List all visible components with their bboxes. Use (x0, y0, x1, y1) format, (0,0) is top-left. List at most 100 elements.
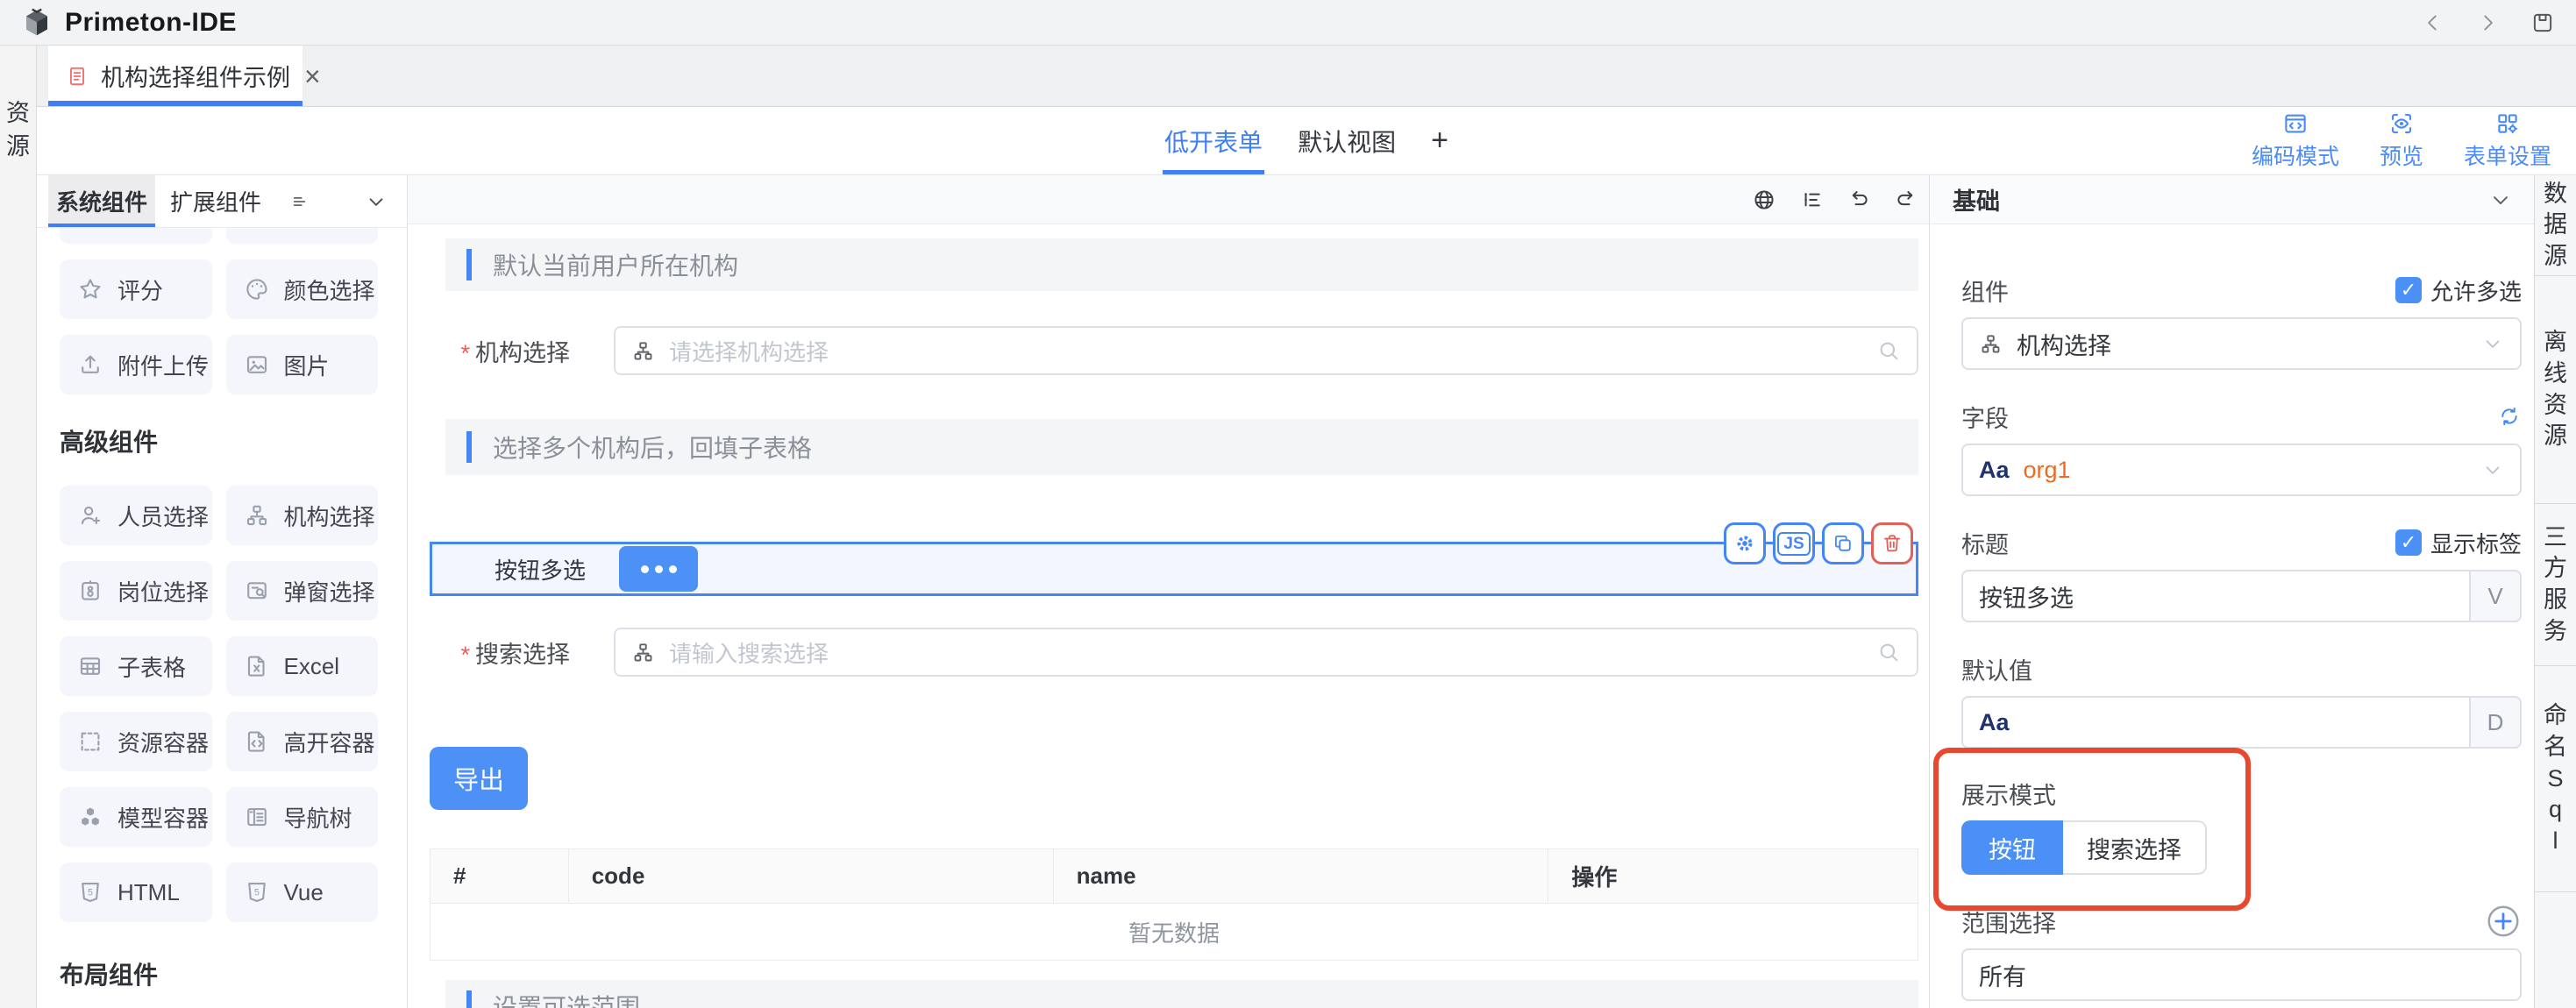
component-item[interactable]: 评分 (60, 259, 212, 319)
component-item[interactable]: 高开容器 (226, 712, 379, 771)
component-item-label: 附件上传 (117, 349, 209, 381)
input-placeholder: 请输入搜索选择 (669, 636, 829, 669)
group-title: 设置可选范围 (493, 989, 640, 1008)
right-rail: 数据源离线资源三方服务命名Sql (2534, 175, 2576, 1008)
component-item[interactable]: 弹窗选择 (226, 561, 379, 621)
components-tab[interactable]: 系统组件 (48, 175, 155, 227)
prop-label: 范围选择 (1961, 905, 2056, 939)
chevron-down-icon[interactable] (365, 190, 388, 213)
nav-forward-icon[interactable] (2476, 11, 2499, 34)
component-item[interactable]: 附件上传 (60, 335, 212, 394)
top-bar: Primeton-IDE (0, 0, 2576, 46)
component-item-clipped[interactable] (60, 228, 212, 244)
checkbox-checked-icon[interactable]: ✓ (2395, 529, 2422, 556)
selected-component-button-multi[interactable]: 按钮多选 JS (430, 542, 1918, 596)
right-rail-tab[interactable]: 离线资源 (2535, 276, 2576, 504)
close-tab-icon[interactable]: × (304, 62, 321, 90)
properties-panel: 基础 组件 ✓ 允许多选 机构选择 (1929, 175, 2534, 1008)
allow-multi-checkbox[interactable]: ✓ 允许多选 (2395, 274, 2522, 307)
default-value-input[interactable]: Aa D (1961, 696, 2522, 749)
title-input[interactable]: 按钮多选 V (1961, 570, 2522, 622)
table-header: #codename操作 (431, 849, 1918, 904)
component-item[interactable]: 子表格 (60, 636, 212, 696)
right-rail-tab[interactable]: 数据源 (2535, 175, 2576, 276)
component-item-clipped[interactable] (226, 228, 379, 244)
component-item[interactable]: 模型容器 (60, 787, 212, 847)
field-select[interactable]: Aa org1 (1961, 444, 2522, 496)
component-type-select[interactable]: 机构选择 (1961, 317, 2522, 370)
properties-header-title: 基础 (1953, 182, 2000, 217)
settings-button[interactable] (1724, 522, 1766, 564)
component-item[interactable]: 资源容器 (60, 712, 212, 771)
component-item[interactable]: 导航树 (226, 787, 379, 847)
right-rail-tab[interactable]: 三方服务 (2535, 504, 2576, 666)
component-item-label: 模型容器 (117, 801, 209, 834)
display-mode-option[interactable]: 按钮 (1961, 820, 2063, 875)
add-view-button[interactable]: + (1431, 107, 1448, 174)
prop-label: 默认值 (1961, 652, 2032, 686)
right-rail-tab[interactable]: 命名Sql (2535, 666, 2576, 892)
top-action[interactable]: 编码模式 (2252, 110, 2339, 171)
component-item[interactable]: 颜色选择 (226, 259, 379, 319)
export-button[interactable]: 导出 (430, 747, 528, 810)
component-item[interactable]: 图片 (226, 335, 379, 394)
search-select-input[interactable]: 请输入搜索选择 (614, 628, 1918, 677)
top-action[interactable]: 预览 (2380, 110, 2423, 171)
save-icon[interactable] (2530, 11, 2555, 35)
document-tab[interactable]: 机构选择组件示例 × (48, 46, 302, 106)
components-tab[interactable]: 扩展组件 (162, 175, 269, 227)
canvas-toolbar (408, 175, 1929, 224)
copy-button[interactable] (1822, 522, 1864, 564)
view-tab[interactable]: 低开表单 (1164, 107, 1263, 174)
chevron-down-icon[interactable] (2488, 188, 2513, 212)
display-mode-option[interactable]: 搜索选择 (2063, 820, 2207, 875)
field-row-org-select: *机构选择 请选择机构选择 (430, 326, 1918, 375)
show-label-checkbox[interactable]: ✓ 显示标签 (2395, 527, 2522, 559)
left-rail-tab-resources[interactable]: 资源 (6, 97, 30, 164)
js-script-button[interactable]: JS (1773, 522, 1815, 564)
top-action[interactable]: 表单设置 (2464, 110, 2551, 171)
component-item[interactable]: 5HTML (60, 862, 212, 922)
component-item[interactable]: Excel (226, 636, 379, 696)
redo-icon[interactable] (1894, 188, 1918, 212)
prop-label: 字段 (1961, 400, 2009, 434)
component-item-label: 颜色选择 (284, 273, 375, 306)
outline-icon[interactable] (1799, 188, 1824, 212)
org-select-input[interactable]: 请选择机构选择 (614, 326, 1918, 375)
range-select[interactable]: 所有 (1961, 948, 2522, 1001)
search-icon[interactable] (1876, 338, 1901, 363)
document-tab-label: 机构选择组件示例 (101, 59, 290, 93)
component-item[interactable]: 人员选择 (60, 486, 212, 545)
checkbox-checked-icon[interactable]: ✓ (2395, 277, 2422, 303)
sub-table: #codename操作 暂无数据 (430, 848, 1918, 961)
default-suffix-button[interactable]: D (2469, 698, 2520, 747)
type-prefix: Aa (1963, 709, 2469, 736)
nav-back-icon[interactable] (2422, 11, 2444, 34)
table-column-header: 操作 (1548, 849, 1918, 903)
star-icon (77, 276, 103, 302)
globe-icon[interactable] (1752, 188, 1776, 212)
search-icon[interactable] (1876, 640, 1901, 664)
component-item[interactable]: 岗位选择 (60, 561, 212, 621)
component-item[interactable]: 机构选择 (226, 486, 379, 545)
refresh-icon[interactable] (2497, 404, 2522, 429)
org-picker-button[interactable] (619, 546, 698, 592)
component-item-label: Excel (284, 653, 340, 680)
component-item[interactable]: 5Vue (226, 862, 379, 922)
checkbox-label: 允许多选 (2430, 274, 2522, 307)
group-bar (466, 249, 472, 280)
view-tab[interactable]: 默认视图 (1298, 107, 1396, 174)
list-menu-icon[interactable] (290, 192, 310, 211)
variable-suffix-button[interactable]: V (2469, 571, 2520, 621)
component-item-label: 子表格 (117, 650, 186, 683)
group-title: 默认当前用户所在机构 (493, 247, 738, 282)
component-type-value: 机构选择 (2017, 327, 2111, 361)
component-item-label: 人员选择 (117, 500, 209, 532)
delete-button[interactable] (1871, 522, 1913, 564)
add-circle-icon[interactable] (2485, 903, 2522, 940)
properties-header[interactable]: 基础 (1930, 175, 2534, 224)
selected-component-label: 按钮多选 (495, 553, 586, 586)
group-header-3: 设置可选范围 (445, 980, 1918, 1008)
undo-icon[interactable] (1847, 188, 1871, 212)
document-icon (66, 65, 89, 88)
